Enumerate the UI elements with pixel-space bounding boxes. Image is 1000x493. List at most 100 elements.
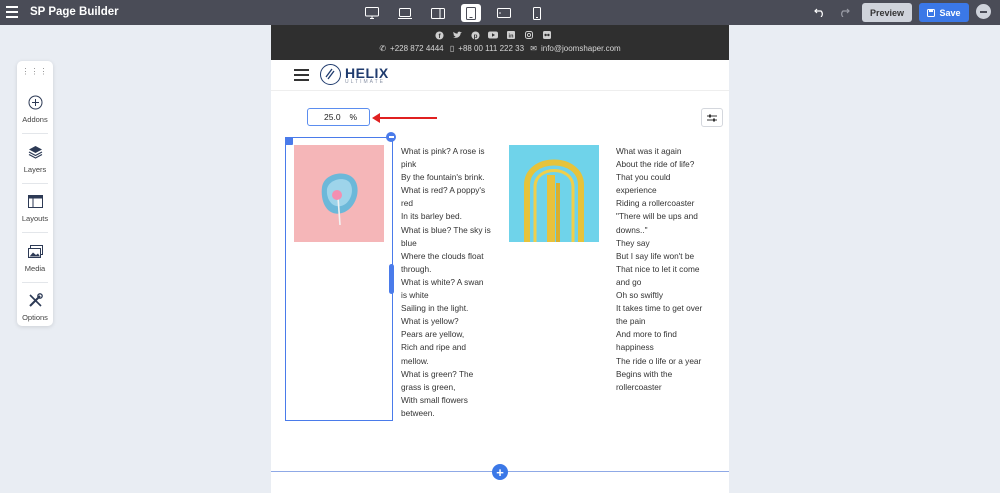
layers-icon	[17, 141, 53, 163]
text-block-pink-poem[interactable]: What is pink? A rose is pink By the founta…	[401, 145, 496, 420]
builder-sidebar: ⋮⋮⋮ Addons Layers Layouts Media Options	[17, 61, 53, 326]
column-resize-handle[interactable]	[389, 264, 394, 294]
save-icon	[927, 8, 936, 17]
sidebar-item-media[interactable]: Media	[17, 240, 53, 288]
rollercoaster-image	[509, 145, 599, 242]
svg-text:in: in	[509, 34, 515, 39]
mobile-icon[interactable]	[527, 4, 547, 22]
mobile-landscape-icon[interactable]	[494, 4, 514, 22]
pinterest-icon[interactable]: p	[470, 30, 480, 40]
poem-line: Sailing in the light.	[401, 303, 469, 314]
drag-grip-icon[interactable]: ⋮⋮⋮	[17, 67, 53, 76]
contact-info: ✆ +228 872 4444 ▯ +88 00 111 222 33 ✉ info@…	[271, 44, 729, 53]
sliders-icon	[707, 114, 717, 121]
divider	[22, 183, 48, 184]
phone-number: +228 872 4444	[390, 44, 444, 53]
poem-line: That nice to let it come	[616, 263, 700, 274]
divider	[22, 232, 48, 233]
youtube-icon[interactable]	[488, 30, 498, 40]
social-links: f p in	[434, 30, 552, 40]
tools-icon	[17, 289, 53, 311]
logo-subtitle: ULTIMATE	[345, 79, 385, 85]
poem-line: the pain	[616, 316, 646, 327]
row-settings-button[interactable]	[701, 108, 723, 127]
sidebar-item-label: Layouts	[21, 214, 49, 223]
poem-line: And more to find	[616, 329, 677, 340]
poem-line: pink	[401, 159, 417, 170]
sidebar-item-layers[interactable]: Layers	[17, 141, 53, 189]
poem-line: What is red? A poppy's	[401, 185, 486, 196]
tablet-icon[interactable]	[461, 4, 481, 22]
column-width-input[interactable]: 25.0 %	[307, 108, 370, 126]
laptop-icon[interactable]	[395, 4, 415, 22]
poem-line: What is pink? A rose is	[401, 146, 485, 156]
email-address[interactable]: info@joomshaper.com	[541, 44, 621, 53]
poem-line: What is white? A swan	[401, 276, 484, 287]
poem-line: But I say life won't be	[616, 250, 695, 261]
undo-icon[interactable]	[812, 5, 828, 19]
poem-line: experience	[616, 185, 657, 196]
redo-icon[interactable]	[836, 5, 852, 19]
facebook-icon[interactable]: f	[434, 30, 444, 40]
poem-line: Riding a rollercoaster	[616, 198, 695, 209]
media-icon	[17, 240, 53, 262]
app-title: SP Page Builder	[30, 6, 119, 18]
instagram-icon[interactable]	[524, 30, 534, 40]
linkedin-icon[interactable]: in	[506, 30, 516, 40]
poem-line: They say	[616, 237, 650, 248]
poem-line: between.	[401, 407, 435, 418]
poem-line: About the ride of life?	[616, 159, 695, 170]
poem-line: Oh so swiftly	[616, 290, 664, 301]
poem-line: grass is green,	[401, 381, 456, 392]
mobile-number: +88 00 111 222 33	[458, 44, 525, 53]
menu-icon[interactable]	[294, 69, 309, 81]
poem-line: downs.."	[616, 224, 648, 235]
poem-line: Rich and ripe and	[401, 342, 467, 353]
column-remove-button[interactable]	[386, 132, 396, 142]
add-row-button[interactable]: +	[492, 464, 508, 480]
monitor-icon[interactable]	[362, 4, 382, 22]
poem-line: By the fountain's brink.	[401, 172, 485, 183]
flickr-icon[interactable]	[542, 30, 552, 40]
poem-line: What was it again	[616, 146, 682, 156]
poem-line: blue	[401, 237, 417, 248]
menu-icon[interactable]	[6, 6, 18, 18]
site-header: HELIX ULTIMATE	[271, 60, 729, 91]
layout-icon	[17, 190, 53, 212]
tablet-landscape-icon[interactable]	[428, 4, 448, 22]
poem-line: red	[401, 198, 413, 209]
column-width-value: 25.0	[324, 112, 341, 122]
sidebar-item-addons[interactable]: Addons	[17, 91, 53, 139]
history-controls	[812, 5, 860, 19]
poem-line: What is yellow?	[401, 316, 459, 327]
device-switcher	[362, 3, 560, 23]
poem-line: Begins with the	[616, 368, 673, 379]
logo-icon	[320, 64, 341, 85]
sidebar-item-label: Layers	[23, 165, 47, 174]
lollipop-image	[294, 145, 384, 242]
column-width-unit: %	[349, 112, 358, 122]
page-canvas: f p in ✆ +228 872 4444 ▯ +88 00 111 222 33…	[271, 25, 729, 493]
sidebar-item-options[interactable]: Options	[17, 289, 53, 337]
twitter-icon[interactable]	[452, 30, 462, 40]
sidebar-item-label: Media	[24, 264, 46, 273]
poem-line: With small flowers	[401, 394, 468, 405]
divider	[22, 133, 48, 134]
sidebar-item-layouts[interactable]: Layouts	[17, 190, 53, 238]
save-button[interactable]: Save	[919, 3, 969, 22]
poem-line: rollercoaster	[616, 381, 662, 392]
poem-line: happiness	[616, 342, 654, 353]
text-block-rollercoaster-poem[interactable]: What was it again About the ride of life?…	[616, 145, 716, 394]
sidebar-item-label: Addons	[22, 115, 48, 124]
annotation-arrow-line	[379, 117, 437, 119]
poem-line: and go	[616, 276, 642, 287]
more-options-button[interactable]	[976, 4, 991, 19]
poem-line: It takes time to get over	[616, 303, 703, 314]
save-label: Save	[939, 7, 961, 18]
poem-line: through.	[401, 263, 432, 274]
poem-line: The ride o life or a year	[616, 355, 702, 366]
top-toolbar: SP Page Builder Preview Save	[0, 0, 1000, 25]
preview-button[interactable]: Preview	[862, 3, 912, 22]
column-drag-handle[interactable]	[285, 137, 293, 145]
poem-line: mellow.	[401, 355, 429, 366]
